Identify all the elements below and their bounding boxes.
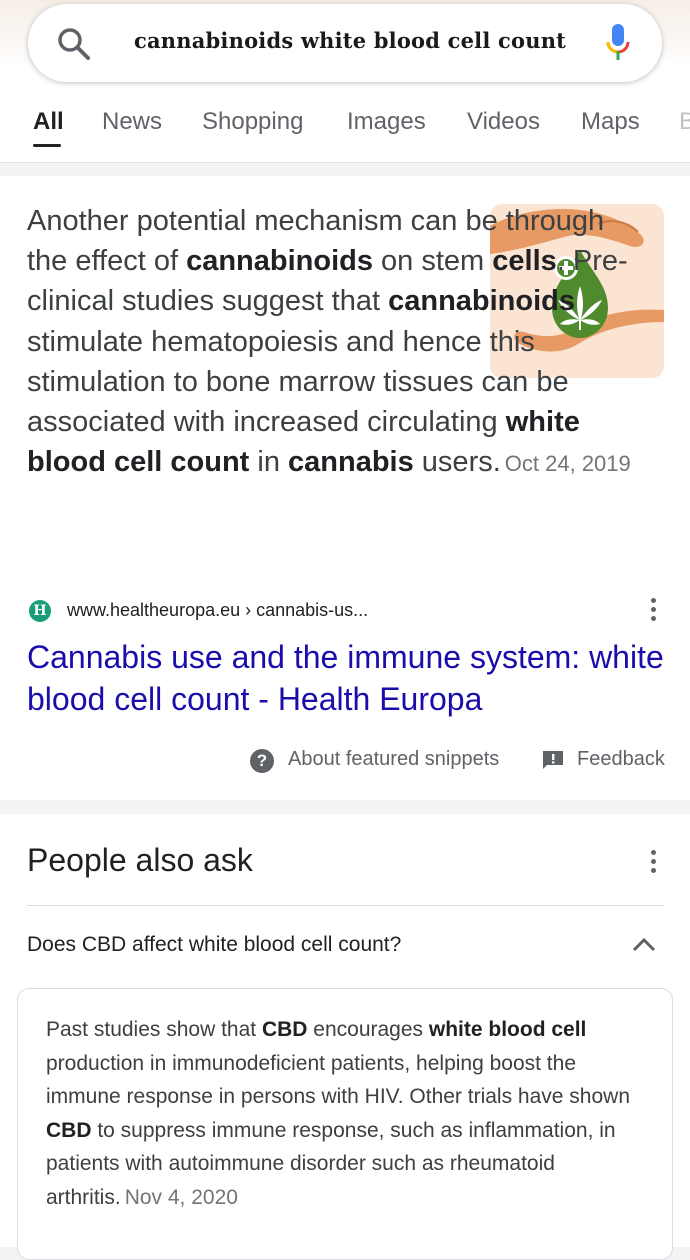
tab-videos[interactable]: Videos	[467, 108, 540, 136]
answer-text-highlight: CBD	[46, 1118, 92, 1142]
answer-date: Nov 4, 2020	[124, 1185, 238, 1209]
active-tab-indicator	[33, 144, 61, 147]
site-favicon: H	[29, 600, 51, 622]
snippet-text-highlight: cells	[492, 245, 557, 278]
tab-maps[interactable]: Maps	[581, 108, 640, 136]
featured-snippet-card: Another potential mechanism can be throu…	[0, 176, 690, 800]
paa-answer-box: Past studies show that CBD encourages wh…	[17, 988, 673, 1260]
result-title-link[interactable]: Cannabis use and the immune system: whit…	[27, 636, 667, 720]
tab-news[interactable]: News	[102, 108, 162, 136]
tab-books[interactable]: B	[679, 108, 690, 136]
tab-shopping[interactable]: Shopping	[202, 108, 303, 136]
answer-text-highlight: CBD	[261, 1018, 308, 1041]
snippet-text-segment: on stem	[373, 245, 493, 278]
snippet-date: Oct 24, 2019	[504, 451, 631, 477]
feedback-icon[interactable]	[542, 750, 564, 770]
tab-all[interactable]: All	[33, 108, 64, 136]
people-also-ask-title: People also ask	[27, 842, 253, 878]
search-tabs: All News Shopping Images Videos Maps B	[0, 108, 690, 148]
snippet-text-segment: users.	[413, 446, 501, 479]
search-query[interactable]: cannabinoids white blood cell count	[134, 28, 604, 53]
search-header: cannabinoids white blood cell count All …	[0, 0, 690, 163]
paa-more-options-icon[interactable]	[651, 850, 657, 876]
snippet-text-highlight: cannabinoids	[186, 245, 373, 278]
people-also-ask-card: People also ask Does CBD affect white bl…	[0, 814, 690, 1260]
chevron-up-icon[interactable]	[630, 934, 658, 954]
answer-text-highlight: white blood cell	[428, 1018, 587, 1041]
snippet-text-segment: in	[249, 446, 289, 479]
snippet-text: Another potential mechanism can be throu…	[27, 201, 652, 484]
snippet-text-highlight: cannabinoids	[388, 285, 576, 318]
snippet-footer: ? About featured snippets Feedback	[250, 748, 670, 776]
search-bar[interactable]: cannabinoids white blood cell count	[28, 4, 662, 82]
answer-text-segment: Past studies show that	[46, 1018, 262, 1041]
about-featured-snippets-link[interactable]: About featured snippets	[288, 748, 499, 771]
tab-images[interactable]: Images	[347, 108, 426, 136]
more-options-icon[interactable]	[651, 598, 657, 624]
source-row[interactable]: H www.healtheuropa.eu › cannabis-us...	[27, 598, 667, 628]
answer-text-segment: production in immunodeficient patients, …	[46, 1051, 631, 1109]
help-icon[interactable]: ?	[250, 749, 274, 773]
divider	[27, 905, 664, 906]
mic-icon[interactable]	[602, 22, 634, 66]
paa-answer-text: Past studies show that CBD encourages wh…	[46, 1013, 646, 1215]
source-url[interactable]: www.healtheuropa.eu › cannabis-us...	[67, 600, 368, 621]
snippet-text-segment: stimulate hematopoiesis and hence this s…	[27, 325, 569, 439]
paa-question[interactable]: Does CBD affect white blood cell count?	[27, 933, 401, 957]
search-icon[interactable]	[56, 26, 92, 62]
snippet-text-highlight: cannabis	[288, 446, 414, 479]
feedback-link[interactable]: Feedback	[577, 748, 665, 771]
answer-text-segment: encourages	[307, 1018, 429, 1041]
